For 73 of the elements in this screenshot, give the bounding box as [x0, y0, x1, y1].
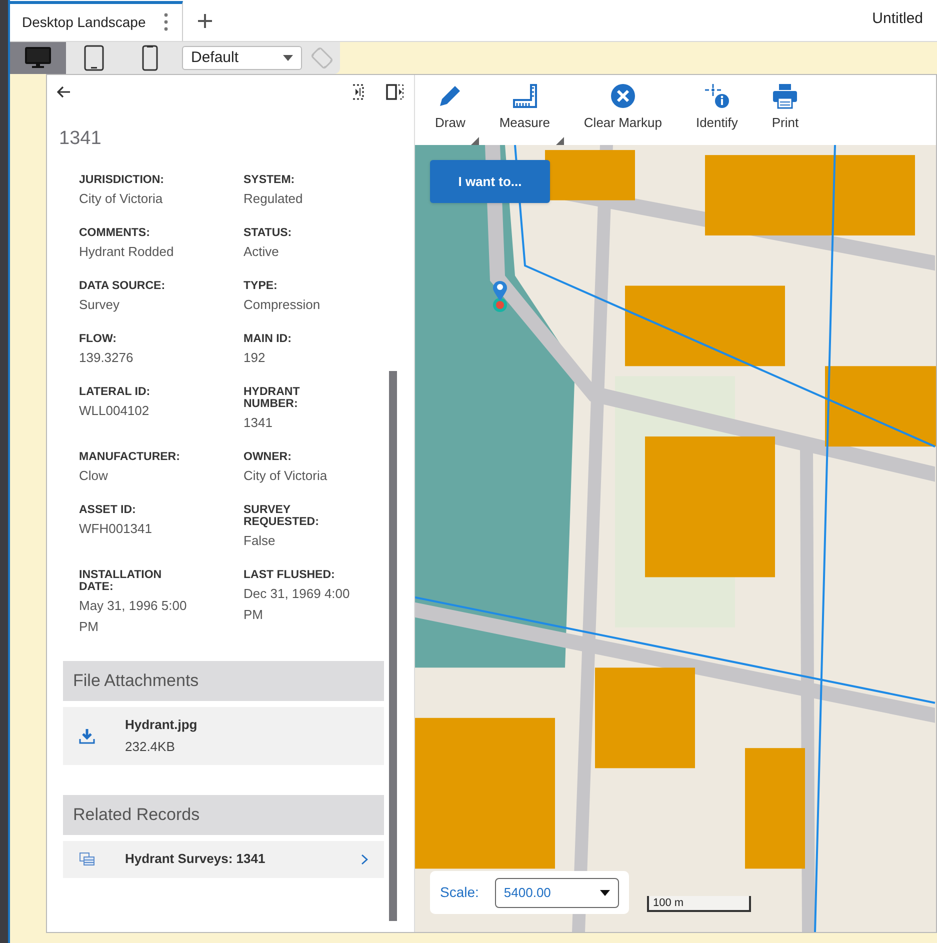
toolbar-button[interactable]: Print	[758, 83, 813, 145]
field-value: Regulated	[244, 190, 304, 208]
field-value: WLL004102	[79, 402, 150, 420]
printer-icon	[772, 83, 798, 109]
back-arrow-icon[interactable]	[57, 86, 71, 98]
field-label: MAIN ID:	[244, 332, 292, 344]
tab[interactable]: Desktop Landscape	[10, 1, 183, 41]
field-label: MANUFACTURER:	[79, 450, 179, 462]
toolbar-button[interactable]: Identify	[682, 83, 752, 145]
field-value: 139.3276	[79, 348, 134, 366]
field-label: DATA SOURCE:	[79, 280, 166, 292]
more-icon[interactable]	[164, 12, 168, 32]
field-label: SURVEY REQUESTED:	[244, 504, 320, 528]
field-label: SYSTEM:	[244, 174, 296, 186]
field-value: False	[244, 532, 276, 550]
field-label: TYPE:	[244, 280, 278, 292]
identify-icon	[704, 83, 730, 109]
field-value: 1341	[244, 414, 274, 432]
caret-icon	[283, 55, 293, 61]
menu-corner-icon	[471, 137, 480, 145]
scrollbar[interactable]	[389, 371, 397, 921]
toolbar-button[interactable]: Measure	[485, 83, 564, 145]
field-value: City of Victoria	[79, 190, 164, 208]
tablet-icon	[84, 45, 104, 71]
plus-icon[interactable]	[197, 13, 213, 29]
toolbar-button[interactable]: Draw	[421, 83, 480, 145]
field-label: COMMENTS:	[79, 226, 151, 238]
menu-corner-icon	[556, 137, 564, 145]
device-button[interactable]	[10, 42, 66, 74]
feature-title: 1341	[59, 127, 102, 151]
expand-panel-icon[interactable]	[386, 84, 404, 100]
field-value: Active	[244, 242, 280, 260]
ruler-icon	[512, 83, 538, 109]
field-label: LATERAL ID:	[79, 386, 152, 398]
field-label: JURISDICTION:	[79, 174, 165, 186]
toolbar-button[interactable]: Clear Markup	[570, 83, 676, 145]
field-label: LAST FLUSHED:	[244, 568, 336, 580]
attachment-item[interactable]: Hydrant.jpg 232.4KB	[63, 706, 384, 764]
related-record-item[interactable]: Hydrant Surveys: 1341	[63, 840, 384, 878]
phone-icon	[142, 45, 158, 71]
attachment-name: Hydrant.jpg	[125, 716, 198, 734]
scale-bar: 100 m	[647, 896, 751, 912]
field-value: 192	[244, 348, 266, 366]
field-label: HYDRANT NUMBER:	[244, 386, 301, 410]
field-label: ASSET ID:	[79, 504, 137, 516]
field-value: WFH001341	[79, 520, 153, 538]
field-label: INSTALLATION DATE:	[79, 568, 163, 592]
field-label: FLOW:	[79, 332, 118, 344]
attachment-size: 232.4KB	[125, 738, 176, 756]
document-title: Untitled	[872, 8, 923, 28]
field-value: May 31, 1996 5:00 PM	[79, 596, 188, 636]
field-value: Survey	[79, 296, 120, 314]
i-want-to-button[interactable]: I want to...	[430, 160, 550, 203]
scale-select[interactable]: 5400.00	[494, 878, 619, 908]
field-value: Hydrant Rodded	[79, 242, 175, 261]
table-icon	[79, 852, 95, 866]
monitor-icon	[25, 47, 51, 69]
download-icon	[79, 728, 95, 744]
chevron-right-icon	[361, 854, 368, 864]
field-label: STATUS:	[244, 226, 293, 238]
scale-label: Scale:	[440, 883, 479, 902]
field-value: Dec 31, 1969 4:00 PM	[244, 584, 351, 624]
field-value: Clow	[79, 466, 109, 484]
field-label: OWNER:	[244, 450, 292, 462]
field-value: Compression	[244, 296, 322, 314]
section-header: File Attachments	[63, 660, 384, 700]
collapse-panel-icon[interactable]	[352, 84, 364, 100]
related-record-label: Hydrant Surveys: 1341	[125, 850, 266, 868]
layout-select[interactable]: Default	[182, 46, 302, 70]
field-value: City of Victoria	[244, 466, 328, 485]
section-header: Related Records	[63, 794, 384, 834]
clear-icon	[610, 83, 636, 109]
caret-icon	[600, 890, 610, 896]
